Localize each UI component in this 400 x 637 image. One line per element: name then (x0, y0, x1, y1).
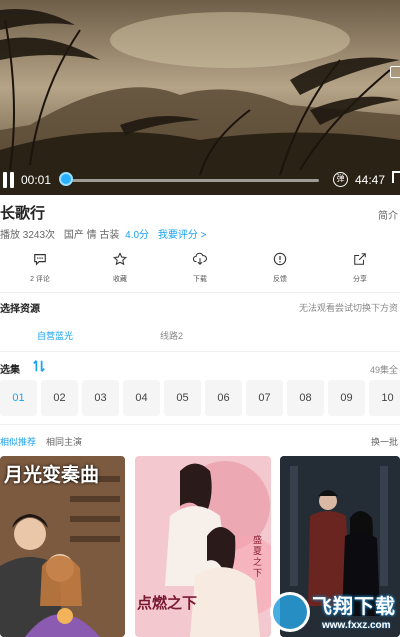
source-option-2[interactable]: 线路2 (160, 329, 183, 342)
watermark-text: 飞翔下载 (312, 594, 396, 618)
comment-label: 2 评论 (30, 276, 50, 283)
play-count: 播放 3243次 (0, 230, 56, 241)
episode-item[interactable]: 08 (287, 380, 324, 416)
source-section-title: 选择资源 (0, 304, 40, 315)
action-bar: 2 评论 收藏 下载 反馈 分享 (0, 248, 400, 288)
divider (0, 292, 400, 293)
comment-icon (34, 254, 46, 266)
fullscreen-icon[interactable] (392, 171, 400, 183)
download-label: 下载 (193, 276, 207, 283)
video-title: 长歌行 (0, 205, 46, 222)
episode-item[interactable]: 01 (0, 380, 37, 416)
episode-count[interactable]: 49集全 (370, 363, 398, 376)
feedback-label: 反馈 (273, 276, 287, 283)
progress-track[interactable] (64, 179, 319, 182)
episode-item[interactable]: 06 (205, 380, 242, 416)
episode-item[interactable]: 09 (328, 380, 365, 416)
favorite-label: 收藏 (113, 276, 127, 283)
watermark-domain: www.fxxz.com (322, 620, 391, 631)
cast-icon[interactable] (390, 66, 400, 78)
source-option-1[interactable]: 自营蓝光 (37, 329, 73, 342)
progress-thumb[interactable] (59, 172, 73, 186)
poster-title: 点燃之下 (137, 594, 198, 612)
intro-link[interactable]: 简介 (378, 207, 398, 222)
episode-item[interactable]: 07 (246, 380, 283, 416)
poster-card[interactable]: 月光变奏曲 (0, 456, 125, 637)
total-time: 44:47 (355, 173, 386, 187)
sort-icon[interactable] (32, 359, 46, 373)
episode-item[interactable]: 02 (41, 380, 78, 416)
star-icon (113, 252, 127, 266)
video-score: 4.0分 (125, 230, 150, 241)
tab-similar[interactable]: 相似推荐 (0, 435, 36, 448)
episode-section-title: 选集 (0, 365, 20, 376)
episode-item[interactable]: 03 (82, 380, 119, 416)
episode-item[interactable]: 04 (123, 380, 160, 416)
feedback-icon (273, 252, 287, 266)
rate-button[interactable]: 我要评分 > (158, 230, 207, 241)
episode-list: 01 02 03 04 05 06 07 08 09 10 (0, 380, 400, 416)
watermark-logo-icon (270, 592, 310, 632)
download-icon (193, 252, 207, 265)
video-tags: 国产 情 古装 (63, 230, 120, 241)
poster-subtitle: 盛夏之下 (253, 536, 263, 579)
feedback-button[interactable]: 反馈 (240, 248, 320, 288)
share-button[interactable]: 分享 (320, 248, 400, 288)
divider (0, 351, 400, 352)
tab-same-cast[interactable]: 相同主演 (46, 435, 82, 448)
poster-title: 月光变奏曲 (4, 464, 100, 486)
download-button[interactable]: 下载 (160, 248, 240, 288)
danmaku-toggle-icon[interactable]: 弹 (333, 172, 348, 187)
poster-card[interactable]: 点燃之下 盛夏之下 (135, 456, 271, 637)
favorite-button[interactable]: 收藏 (80, 248, 160, 288)
share-label: 分享 (353, 276, 367, 283)
player-controls: 00:01 弹 44:47 (0, 168, 400, 192)
site-watermark: 飞翔下载 www.fxxz.com (270, 590, 400, 637)
video-meta: 播放 3243次 国产 情 古装 4.0分 我要评分 > (0, 226, 206, 241)
video-player[interactable]: 00:01 弹 44:47 (0, 0, 400, 195)
episode-item[interactable]: 10 (369, 380, 400, 416)
pause-icon[interactable] (2, 172, 16, 188)
current-time: 00:01 (21, 173, 52, 187)
episode-item[interactable]: 05 (164, 380, 201, 416)
comment-button[interactable]: 2 评论 (0, 248, 80, 288)
video-frame (0, 0, 400, 195)
refresh-button[interactable]: 换一批 (371, 435, 398, 448)
source-tip: 无法观看尝试切换下方资 (298, 303, 398, 313)
share-icon (354, 253, 366, 265)
divider (0, 424, 400, 425)
